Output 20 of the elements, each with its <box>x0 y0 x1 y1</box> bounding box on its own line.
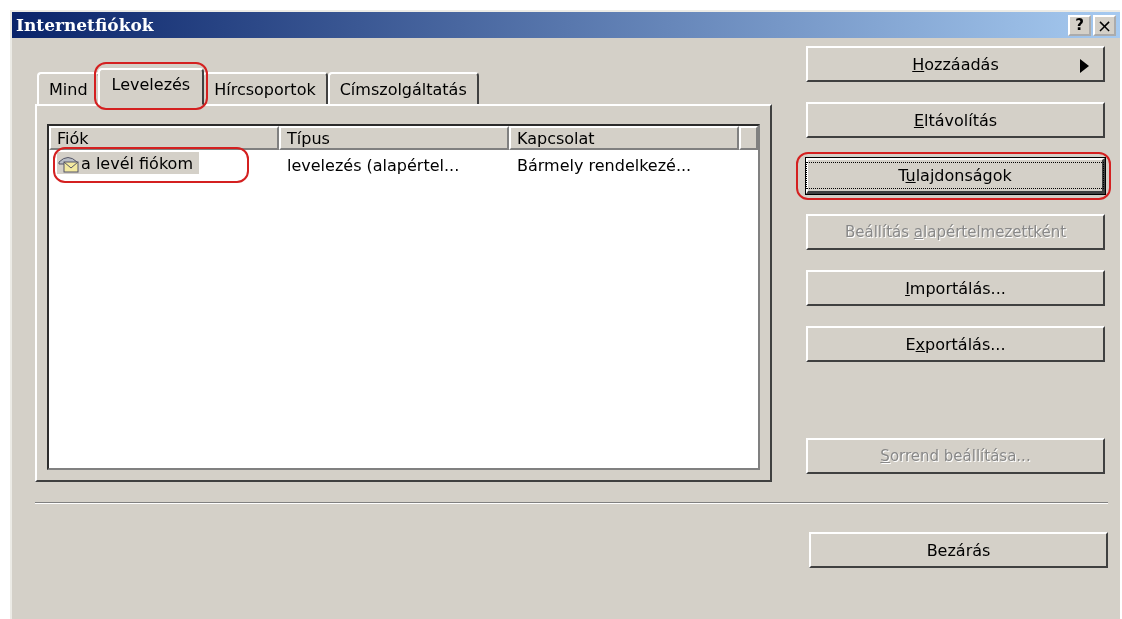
close-button[interactable]: × <box>1093 14 1116 36</box>
table-cell: Bármely rendelkezé... <box>517 155 692 175</box>
dialog-button[interactable]: Exportálás... <box>806 326 1105 362</box>
dialog-button[interactable]: Eltávolítás <box>806 102 1105 138</box>
tab[interactable]: Címszolgáltatás <box>327 72 479 104</box>
column-header[interactable]: Típus <box>279 126 509 150</box>
help-button[interactable]: ? <box>1068 14 1091 36</box>
dialog-button[interactable]: Tulajdonságok <box>806 158 1105 194</box>
arrow-icon <box>1080 59 1089 73</box>
column-header[interactable]: Kapcsolat <box>509 126 739 150</box>
window-title: Internetfiókok <box>16 15 154 35</box>
tab[interactable]: Hírcsoportok <box>202 72 328 104</box>
close-dialog-button[interactable]: Bezárás <box>809 532 1108 568</box>
column-header[interactable]: Fiók <box>49 126 279 150</box>
table-cell: levelezés (alapértel... <box>287 155 460 175</box>
tab[interactable]: Levelezés <box>97 68 205 106</box>
dialog-button[interactable]: Hozzáadás <box>806 46 1105 82</box>
tab[interactable]: Mind <box>37 72 100 104</box>
dialog-button[interactable]: Importálás... <box>806 270 1105 306</box>
list-item[interactable]: a levél fiókom <box>57 152 199 174</box>
